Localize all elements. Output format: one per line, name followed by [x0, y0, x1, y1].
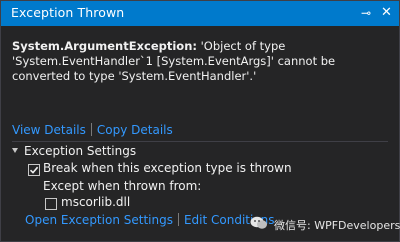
- exception-settings-label: Exception Settings: [24, 144, 137, 158]
- pin-icon[interactable]: ⊸: [361, 4, 371, 22]
- watermark-text: 微信号: WPFDevelopers: [274, 219, 400, 232]
- exception-thrown-window: Exception Thrown ⊸ ✕ System.ArgumentExce…: [0, 0, 400, 242]
- title-bar[interactable]: Exception Thrown ⊸ ✕: [1, 1, 399, 26]
- close-icon[interactable]: ✕: [381, 4, 392, 22]
- wechat-watermark: 微信号: WPFDevelopers: [250, 214, 400, 236]
- link-separator: [177, 213, 179, 226]
- copy-details-link[interactable]: Copy Details: [97, 123, 173, 137]
- except-when-thrown-label: Except when thrown from:: [43, 179, 202, 193]
- window-title: Exception Thrown: [11, 5, 125, 20]
- break-when-thrown-checkbox[interactable]: [28, 164, 40, 176]
- collapse-triangle-icon[interactable]: [12, 148, 18, 153]
- mscorlib-checkbox[interactable]: [45, 198, 57, 210]
- break-when-thrown-label[interactable]: Break when this exception type is thrown: [43, 161, 292, 175]
- view-details-link[interactable]: View Details: [12, 123, 86, 137]
- link-separator: [90, 123, 92, 136]
- exception-body: System.ArgumentException: 'Object of typ…: [1, 26, 399, 241]
- checkmark-icon: [29, 166, 39, 174]
- divider: [12, 141, 388, 142]
- exception-settings-header[interactable]: Exception Settings: [12, 144, 136, 158]
- exception-message: System.ArgumentException: 'Object of typ…: [12, 39, 392, 84]
- open-exception-settings-link[interactable]: Open Exception Settings: [25, 213, 173, 227]
- exception-type: System.ArgumentException:: [12, 39, 197, 53]
- wechat-icon: [250, 216, 267, 229]
- mscorlib-label[interactable]: mscorlib.dll: [61, 195, 130, 209]
- details-links: View Details Copy Details: [12, 123, 173, 137]
- footer-links: Open Exception Settings Edit Conditions: [25, 213, 275, 227]
